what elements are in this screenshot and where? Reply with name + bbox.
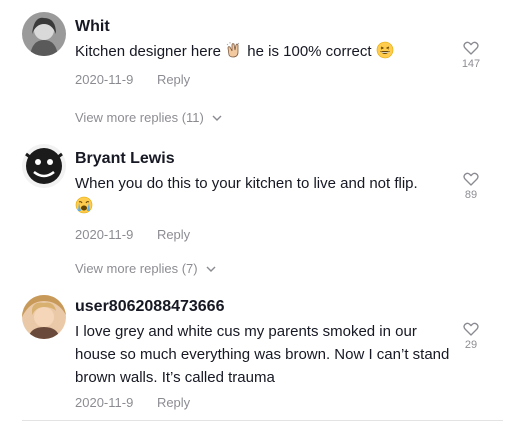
- avatar[interactable]: [22, 295, 66, 339]
- view-more-replies-button[interactable]: View more replies (7): [75, 259, 216, 278]
- reply-button[interactable]: Reply: [157, 227, 190, 242]
- comment-meta: 2020-11-9 Reply: [75, 226, 455, 244]
- reply-button[interactable]: Reply: [157, 72, 190, 87]
- like-button[interactable]: 89: [459, 170, 483, 201]
- like-count: 89: [464, 189, 478, 201]
- chevron-down-icon: [206, 259, 216, 277]
- loudly-crying-emoji-icon: [75, 196, 93, 214]
- like-button[interactable]: 147: [459, 39, 483, 70]
- chevron-down-icon: [212, 108, 222, 126]
- comment-username[interactable]: Bryant Lewis: [75, 149, 455, 169]
- heart-outline-icon: [463, 322, 479, 336]
- comment-text-part: he is 100% correct: [247, 43, 372, 60]
- comment-date: 2020-11-9: [75, 72, 134, 87]
- divider: [22, 420, 503, 421]
- comment-text-part: When you do this to your kitchen to live…: [75, 175, 418, 192]
- reply-button[interactable]: Reply: [157, 395, 190, 410]
- avatar[interactable]: [22, 12, 66, 56]
- comment-text-part: Kitchen designer here: [75, 43, 221, 60]
- heart-outline-icon: [463, 172, 479, 186]
- grinning-squinting-emoji-icon: [376, 41, 393, 59]
- view-more-replies-label: View more replies (7): [75, 261, 198, 276]
- clapping-hands-emoji-icon: [226, 42, 240, 58]
- comment-date: 2020-11-9: [75, 227, 134, 242]
- view-more-replies-button[interactable]: View more replies (11): [75, 108, 222, 127]
- comment-username[interactable]: Whit: [75, 17, 455, 37]
- like-count: 147: [461, 58, 481, 70]
- view-more-replies-label: View more replies (11): [75, 110, 204, 125]
- comment-text: I love grey and white cus my parents smo…: [75, 323, 450, 386]
- comment-username[interactable]: user8062088473666: [75, 297, 455, 317]
- comment-meta: 2020-11-9 Reply: [75, 394, 455, 412]
- comment-meta: 2020-11-9 Reply: [75, 71, 455, 89]
- comment-text: When you do this to your kitchen to live…: [75, 172, 455, 218]
- avatar[interactable]: [22, 144, 66, 188]
- like-count: 29: [464, 339, 478, 351]
- comment-date: 2020-11-9: [75, 395, 134, 410]
- like-button[interactable]: 29: [459, 320, 483, 351]
- comment-text: Kitchen designer here he is 100% correct: [75, 40, 455, 63]
- heart-outline-icon: [463, 41, 479, 55]
